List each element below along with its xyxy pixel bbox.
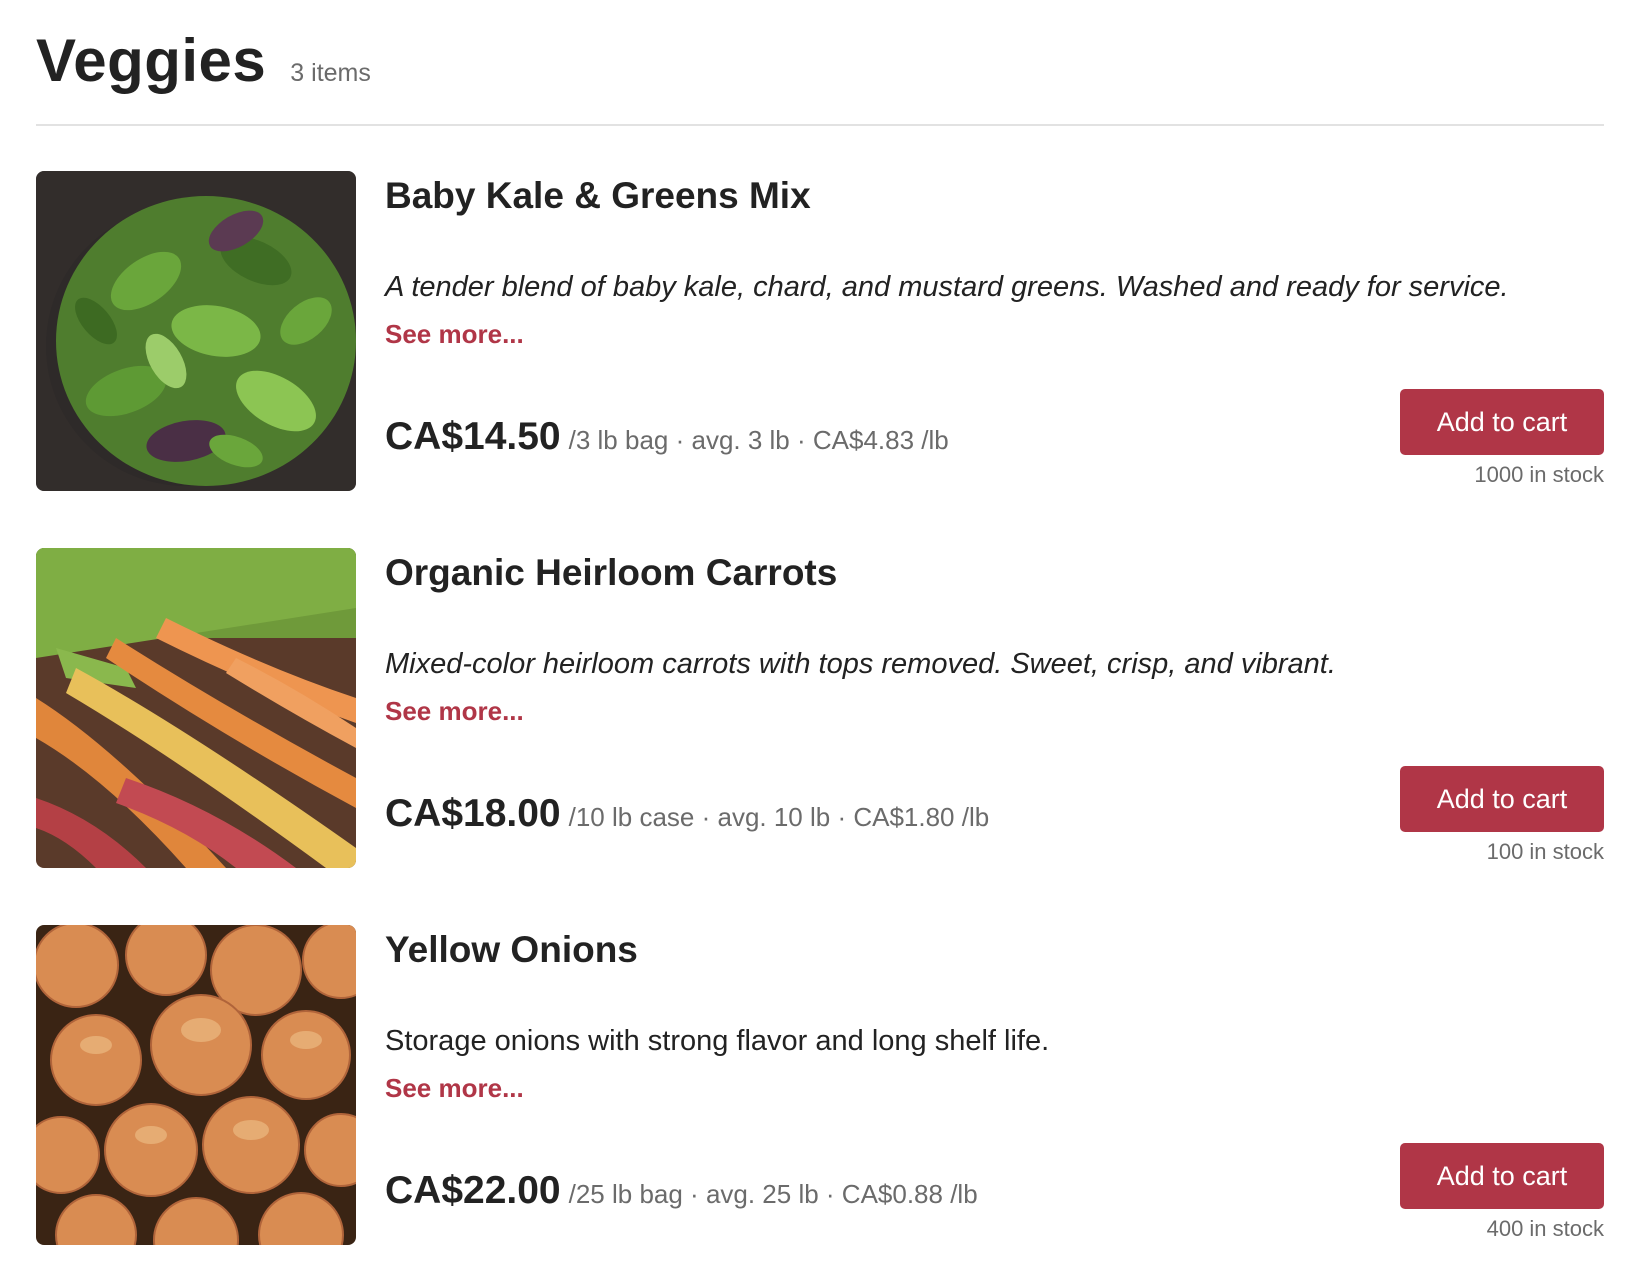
product-card: Organic Heirloom Carrots Mixed-color hei… [36, 548, 1604, 868]
product-price: CA$18.00 [385, 792, 561, 835]
product-image[interactable] [36, 171, 356, 491]
see-more-link[interactable]: See more... [385, 696, 524, 727]
add-to-cart-button[interactable]: Add to cart [1400, 766, 1604, 832]
stock-status: 400 in stock [1486, 1216, 1604, 1241]
onions-photo [36, 925, 356, 1245]
product-info: Yellow Onions Storage onions with strong… [385, 925, 1604, 1245]
product-name[interactable]: Yellow Onions [385, 929, 638, 971]
add-to-cart-button[interactable]: Add to cart [1400, 1143, 1604, 1209]
unit-info: /25 lb bag · avg. 25 lb · CA$0.88 /lb [568, 1179, 978, 1209]
page-title: Veggies [36, 27, 267, 94]
product-image[interactable] [36, 925, 356, 1245]
stock-status: 1000 in stock [1474, 462, 1604, 487]
salad-greens-photo [36, 171, 356, 491]
product-name[interactable]: Organic Heirloom Carrots [385, 552, 837, 594]
unit-info: /3 lb bag · avg. 3 lb · CA$4.83 /lb [568, 425, 949, 455]
see-more-link[interactable]: See more... [385, 319, 524, 350]
product-description: Storage onions with strong flavor and lo… [385, 1025, 1050, 1057]
item-count: 3 items [290, 59, 371, 87]
product-image[interactable] [36, 548, 356, 868]
product-list-page: Veggies 3 items Baby Kale & Greens Mix A… [0, 0, 1636, 1280]
product-info: Organic Heirloom Carrots Mixed-color hei… [385, 548, 1604, 868]
price-row: CA$14.50 /3 lb bag · avg. 3 lb · CA$4.83… [385, 415, 949, 459]
category-header: Veggies 3 items [36, 0, 1604, 126]
product-name[interactable]: Baby Kale & Greens Mix [385, 175, 811, 217]
product-description: Mixed-color heirloom carrots with tops r… [385, 648, 1336, 680]
product-description: A tender blend of baby kale, chard, and … [385, 271, 1509, 303]
product-price: CA$14.50 [385, 415, 561, 458]
product-card: Baby Kale & Greens Mix A tender blend of… [36, 171, 1604, 491]
product-card: Yellow Onions Storage onions with strong… [36, 925, 1604, 1245]
stock-status: 100 in stock [1486, 839, 1604, 864]
add-to-cart-button[interactable]: Add to cart [1400, 389, 1604, 455]
product-price: CA$22.00 [385, 1169, 561, 1212]
see-more-link[interactable]: See more... [385, 1073, 524, 1104]
product-info: Baby Kale & Greens Mix A tender blend of… [385, 171, 1604, 491]
carrots-photo [36, 548, 356, 868]
price-row: CA$18.00 /10 lb case · avg. 10 lb · CA$1… [385, 792, 989, 836]
price-row: CA$22.00 /25 lb bag · avg. 25 lb · CA$0.… [385, 1169, 978, 1213]
unit-info: /10 lb case · avg. 10 lb · CA$1.80 /lb [568, 802, 990, 832]
